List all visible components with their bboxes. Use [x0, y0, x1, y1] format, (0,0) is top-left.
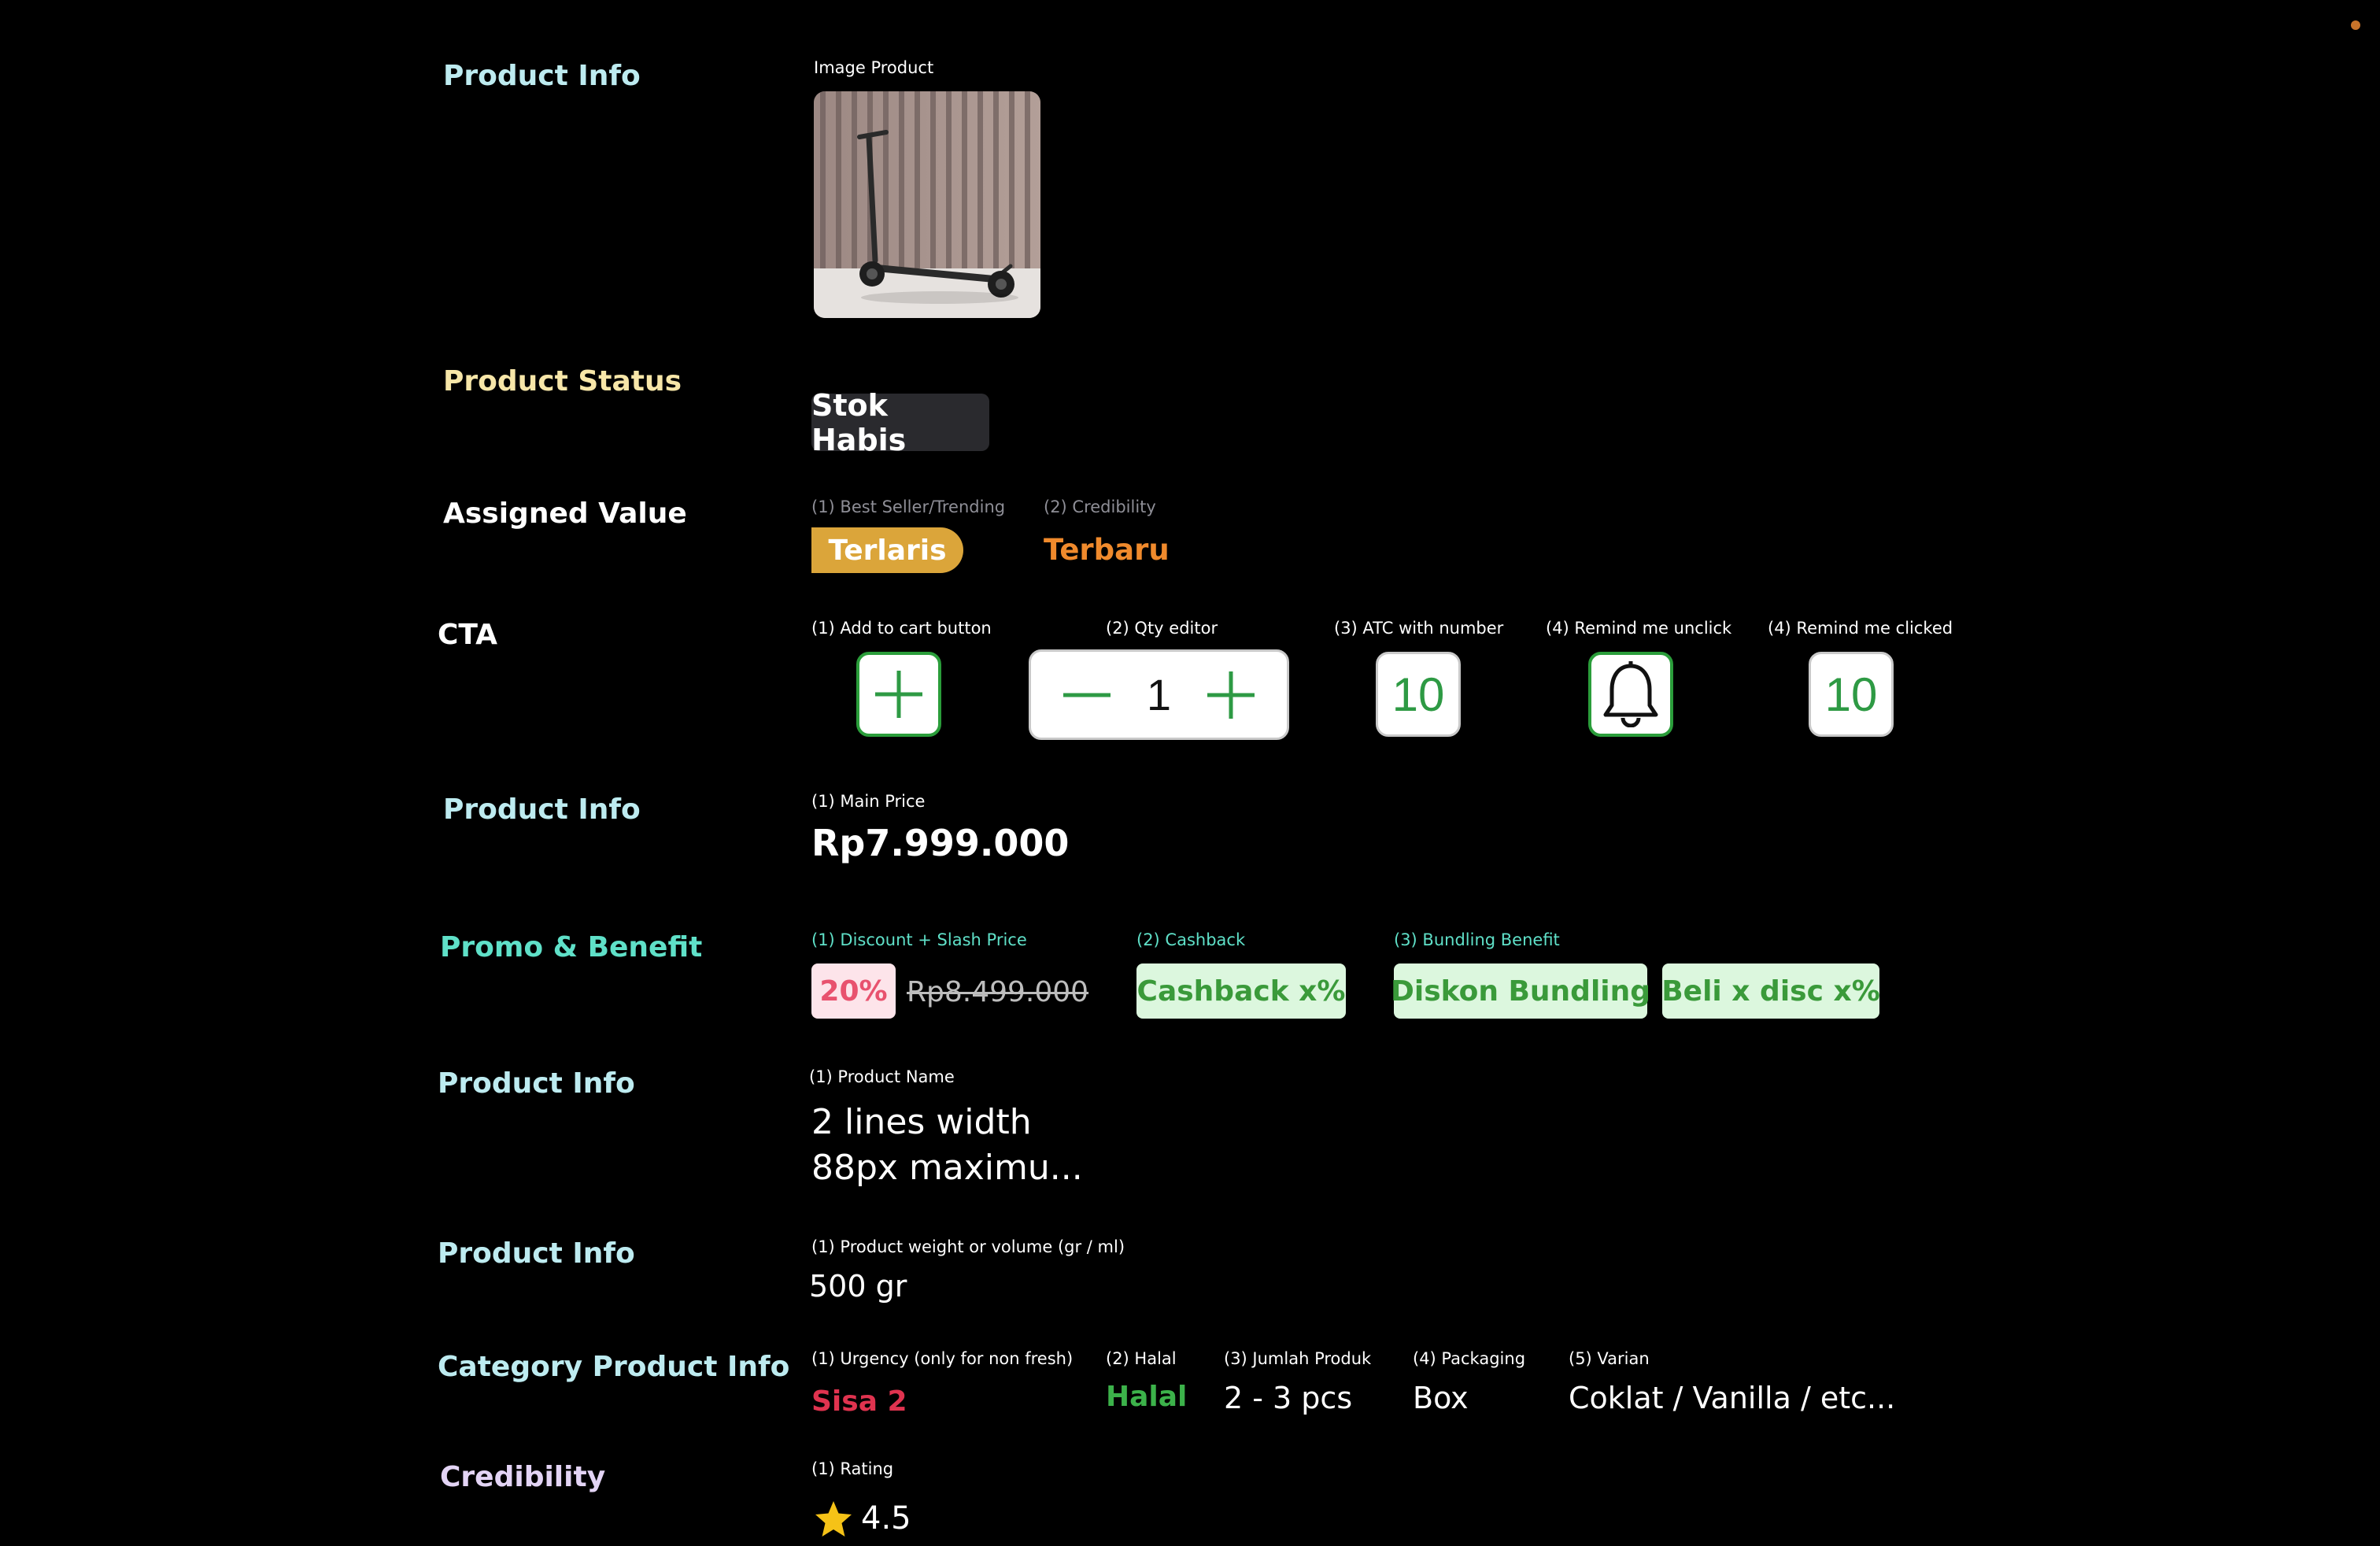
rating-value: 4.5	[861, 1500, 911, 1537]
qty-editor: 1	[1029, 649, 1289, 740]
varian-label: (5) Varian	[1569, 1349, 1650, 1368]
urgency-value: Sisa 2	[811, 1385, 907, 1418]
rating-label: (1) Rating	[811, 1459, 894, 1478]
terlaris-badge: Terlaris	[811, 527, 963, 573]
remind-me-button[interactable]	[1588, 652, 1673, 737]
slash-price: Rp8.499.000	[907, 976, 1089, 1008]
atc-number-button[interactable]: 10	[1376, 652, 1461, 737]
product-name-label: (1) Product Name	[809, 1067, 955, 1086]
product-name-line-1: 2 lines width	[811, 1102, 1032, 1142]
remind-number-value: 10	[1824, 668, 1878, 721]
product-name-line-2: 88px maximu...	[811, 1148, 1083, 1188]
bundling-badge-2: Beli x disc x%	[1661, 963, 1880, 1019]
halal-label: (2) Halal	[1106, 1349, 1177, 1368]
discount-label: (1) Discount + Slash Price	[811, 930, 1027, 949]
cashback-badge: Cashback x%	[1136, 963, 1346, 1019]
remind-clicked-button[interactable]: 10	[1809, 652, 1894, 737]
cashback-label: (2) Cashback	[1136, 930, 1246, 949]
terbaru-text: Terbaru	[1044, 533, 1170, 567]
packaging-value: Box	[1413, 1381, 1469, 1415]
jumlah-produk-label: (3) Jumlah Produk	[1224, 1349, 1372, 1368]
section-title-product-status: Product Status	[443, 365, 682, 398]
best-seller-label: (1) Best Seller/Trending	[811, 497, 1006, 516]
section-title-product-info-name: Product Info	[438, 1067, 635, 1100]
remind-clicked-label: (4) Remind me clicked	[1768, 619, 1953, 638]
minus-icon[interactable]	[1059, 668, 1114, 723]
image-product-label: Image Product	[814, 58, 934, 77]
remind-unclick-label: (4) Remind me unclick	[1546, 619, 1732, 638]
add-to-cart-label: (1) Add to cart button	[811, 619, 992, 638]
main-price-label: (1) Main Price	[811, 792, 926, 811]
product-image	[814, 91, 1040, 318]
varian-value: Coklat / Vanilla / etc...	[1569, 1381, 1896, 1415]
halal-value: Halal	[1106, 1381, 1188, 1413]
plus-icon[interactable]	[1203, 668, 1258, 723]
credibility-label: (2) Credibility	[1044, 497, 1156, 516]
section-title-cta: CTA	[438, 619, 498, 651]
jumlah-produk-value: 2 - 3 pcs	[1224, 1381, 1353, 1415]
add-to-cart-button[interactable]	[856, 652, 941, 737]
plus-icon	[875, 671, 922, 718]
packaging-label: (4) Packaging	[1413, 1349, 1526, 1368]
section-title-promo-benefit: Promo & Benefit	[440, 931, 703, 963]
section-title-credibility: Credibility	[440, 1461, 606, 1493]
bell-icon	[1603, 661, 1658, 727]
urgency-label: (1) Urgency (only for non fresh)	[811, 1349, 1074, 1368]
weight-value: 500 gr	[809, 1269, 907, 1304]
atc-number-label: (3) ATC with number	[1334, 619, 1504, 638]
section-title-product-info-price: Product Info	[443, 793, 641, 826]
section-title-category-product-info: Category Product Info	[438, 1351, 790, 1383]
bundling-badge-1: Diskon Bundling	[1391, 963, 1650, 1019]
bundling-label: (3) Bundling Benefit	[1394, 930, 1560, 949]
stock-status-badge: Stok Habis	[811, 388, 989, 457]
qty-value[interactable]: 1	[1147, 669, 1171, 720]
status-dot	[2351, 20, 2360, 30]
discount-badge: 20%	[811, 963, 896, 1019]
section-title-product-info-weight: Product Info	[438, 1237, 635, 1270]
main-price: Rp7.999.000	[811, 822, 1070, 864]
star-icon	[815, 1501, 852, 1537]
section-title-product-info-image: Product Info	[443, 60, 641, 92]
section-title-assigned-value: Assigned Value	[443, 497, 687, 530]
atc-number-value: 10	[1391, 668, 1445, 721]
weight-label: (1) Product weight or volume (gr / ml)	[811, 1237, 1125, 1256]
qty-editor-label: (2) Qty editor	[1106, 619, 1218, 638]
scooter-image	[814, 91, 1040, 318]
